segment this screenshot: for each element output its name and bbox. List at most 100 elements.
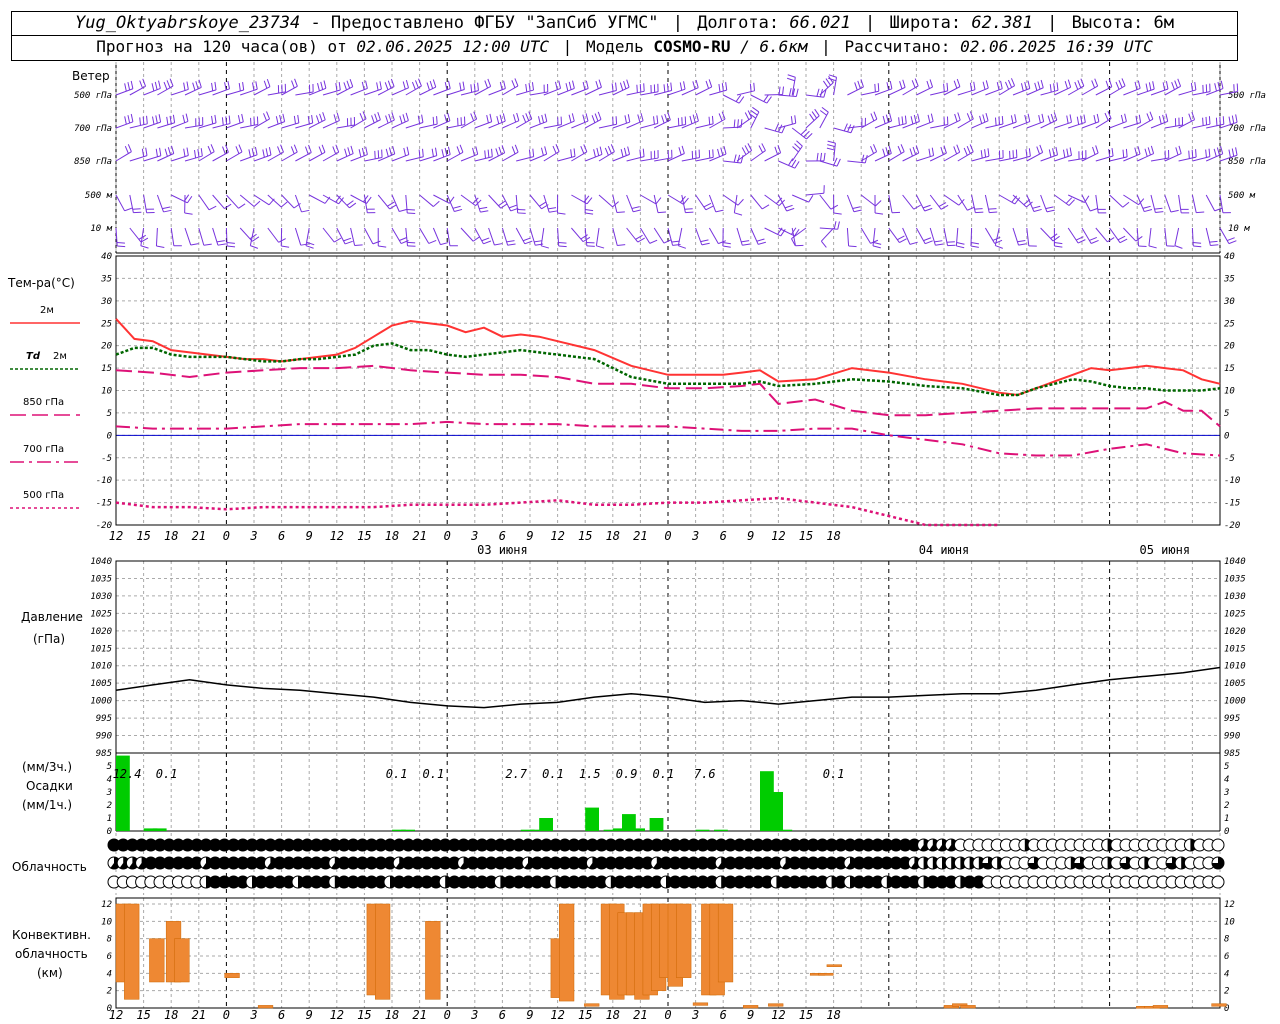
wind-barb-feather (631, 206, 640, 209)
wind-barb (336, 117, 356, 129)
wind-barb-feather (1001, 115, 1004, 125)
wind-barb-shaft (225, 227, 228, 247)
wind-barb-feather (823, 152, 826, 161)
pressure-ytick-right: 990 (1224, 732, 1240, 742)
wind-barb-shaft (557, 87, 575, 96)
wind-barb-feather (700, 239, 709, 243)
wind-barb-feather (1138, 114, 1142, 123)
wind-barb-feather (795, 88, 799, 97)
wind-barb-feather (653, 116, 655, 125)
wind-barb (1205, 227, 1219, 247)
wind-barb-feather (585, 80, 589, 89)
wind-barb (750, 94, 772, 104)
wind-barb-shaft (750, 227, 759, 245)
conv-bar (1211, 1003, 1227, 1007)
wind-barb-feather (522, 114, 527, 123)
precip-bar (649, 818, 664, 831)
wind-barb (612, 79, 630, 96)
wind-barb-feather (238, 144, 243, 153)
wind-barb (419, 227, 437, 244)
wind-barb-feather (141, 148, 145, 157)
wind-barb-feather (1064, 80, 1068, 89)
wind-barb-shaft (350, 227, 356, 246)
wind-barb-feather (705, 205, 714, 211)
wind-barb-feather (140, 245, 149, 249)
wind-barb (474, 113, 493, 129)
wind-barb-feather (347, 147, 351, 156)
pressure-ytick-left: 1010 (90, 662, 112, 672)
wind-barb-feather (568, 114, 572, 123)
wind-barb-feather (794, 161, 800, 169)
wind-barb-feather (399, 115, 403, 124)
conv-bar (676, 903, 692, 978)
wind-barb-feather (158, 80, 161, 89)
temp-xtick-label: 3 (470, 529, 478, 543)
temp-ytick-left: 15 (101, 364, 112, 374)
wind-barb-feather (300, 243, 309, 246)
wind-barb (943, 78, 961, 96)
wind-barb (736, 82, 756, 96)
wind-barb-feather (447, 112, 451, 121)
wind-barb-shaft (212, 227, 219, 246)
wind-barb-feather (708, 79, 713, 88)
wind-barb (239, 227, 260, 242)
wind-barb-feather (966, 145, 971, 154)
wind-barb-feather (549, 210, 558, 213)
wind-barb-feather (612, 116, 614, 126)
wind-barb-feather (496, 115, 500, 124)
wind-barb-feather (1041, 113, 1045, 122)
wind-barb-feather (557, 212, 566, 215)
wind-barb-feather (154, 81, 158, 90)
wind-barb-feather (447, 146, 451, 155)
wind-barb-shaft (129, 155, 148, 162)
wind-barb-shaft (667, 153, 685, 162)
wind-barb (280, 227, 290, 248)
wind-barb-shaft (212, 194, 225, 209)
wind-barb-feather (889, 80, 893, 89)
wind-barb-shaft (626, 227, 639, 243)
precip-bar (714, 829, 728, 831)
conv-ytick-right: 10 (1224, 917, 1235, 927)
wind-barb-feather (167, 147, 172, 156)
wind-barb-feather (927, 114, 931, 123)
wind-barb (557, 194, 566, 215)
wind-barb-feather (195, 81, 199, 90)
wind-barb-feather (506, 240, 515, 243)
wind-barb (501, 194, 519, 212)
wind-barb-feather (268, 147, 272, 156)
wind-barb-feather (796, 140, 803, 147)
wind-barb-feather (913, 204, 921, 210)
wind-barb-feather (852, 206, 861, 209)
wind-barb-shaft (405, 122, 424, 129)
wind-barb-shaft (612, 153, 630, 162)
wind-barb-feather (661, 115, 665, 124)
wind-barb (667, 116, 687, 129)
wind-barb (1012, 227, 1027, 246)
wind-barb-feather (1170, 209, 1179, 213)
wind-barb-feather (1077, 80, 1082, 88)
precip-value-label: 0.1 (423, 767, 445, 781)
wind-barb-feather (186, 81, 189, 90)
wind-barb (129, 147, 148, 162)
precip-ytick-left: 2 (107, 801, 112, 811)
wind-barb-feather (1033, 208, 1042, 213)
wind-barb-feather (290, 146, 295, 155)
wind-barb-feather (1188, 113, 1192, 122)
wind-barb-feather (414, 80, 419, 89)
wind-barb-shaft (860, 118, 878, 129)
wind-barb (957, 144, 974, 162)
wind-barb (305, 227, 315, 249)
wind-barb-feather (525, 83, 528, 93)
wind-barb-feather (872, 245, 881, 249)
wind-barb-feather (441, 149, 445, 158)
wind-barb-shaft (474, 227, 484, 245)
wind-barb (308, 144, 326, 162)
wind-barb-feather (429, 80, 434, 89)
wind-barb-shaft (171, 120, 189, 129)
conv-xtick-label: 21 (633, 1008, 647, 1022)
wind-barb-shaft (1067, 227, 1079, 244)
pressure-ytick-left: 995 (96, 714, 112, 724)
wind-barb (750, 227, 767, 245)
wind-barb-feather (1028, 148, 1031, 157)
wind-barb-feather (1066, 148, 1069, 157)
